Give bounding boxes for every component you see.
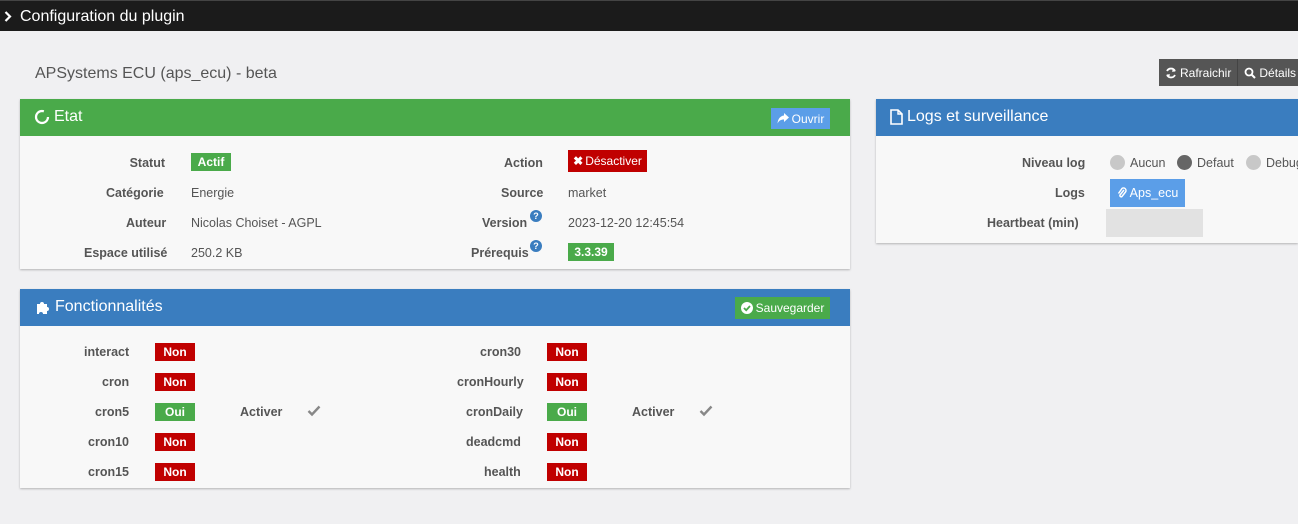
- source-label: Source: [501, 186, 544, 200]
- feature-name: cronDaily: [466, 405, 523, 419]
- niveau-log-label: Niveau log: [1022, 156, 1086, 170]
- heartbeat-input[interactable]: [1106, 209, 1203, 237]
- refresh-label: Rafraichir: [1180, 65, 1232, 80]
- categorie-value: Energie: [191, 186, 235, 200]
- feature-name: cronHourly: [457, 375, 524, 389]
- espace-value: 250.2 KB: [191, 246, 243, 260]
- espace-label: Espace utilisé: [84, 246, 168, 260]
- feature-name: cron30: [480, 345, 521, 359]
- log-file-button[interactable]: Aps_ecu: [1110, 179, 1185, 207]
- features-panel: Fonctionnalités Sauvegarder interact Non…: [20, 289, 850, 488]
- feature-status-badge: Oui: [547, 403, 587, 421]
- details-label: Détails: [1259, 65, 1297, 80]
- feature-status-badge: Non: [547, 343, 587, 361]
- feature-status-badge: Non: [547, 373, 587, 391]
- logs-panel: Logs et surveillance Niveau log Aucun De…: [876, 99, 1298, 243]
- header-title: Configuration du plugin: [20, 8, 185, 25]
- version-help-icon[interactable]: ?: [530, 210, 542, 222]
- feature-status-badge: Oui: [155, 403, 195, 421]
- version-value: 2023-12-20 12:45:54: [568, 216, 685, 230]
- refresh-icon: [1166, 67, 1176, 78]
- logs-title: Logs et surveillance: [907, 108, 1049, 125]
- share-arrow-icon: [777, 113, 789, 124]
- features-panel-header: Fonctionnalités Sauvegarder: [20, 289, 850, 326]
- deactivate-button[interactable]: ✖ Désactiver: [568, 150, 647, 172]
- plugin-config-header[interactable]: Configuration du plugin: [0, 0, 1298, 31]
- feature-status-badge: Non: [155, 343, 195, 361]
- crondaily-activer-checkbox[interactable]: [699, 404, 713, 418]
- logs-label: Logs: [1055, 186, 1085, 200]
- deactivate-label: Désactiver: [585, 154, 642, 168]
- feature-status-badge: Non: [547, 433, 587, 451]
- toolbar: Rafraichir Détails: [1159, 59, 1298, 86]
- statut-badge: Actif: [191, 153, 231, 171]
- logs-panel-header: Logs et surveillance: [876, 99, 1298, 136]
- auteur-label: Auteur: [126, 216, 167, 230]
- open-label: Ouvrir: [791, 111, 825, 126]
- radio-defaut[interactable]: [1177, 155, 1192, 170]
- prerequis-badge: 3.3.39: [568, 243, 614, 261]
- refresh-button[interactable]: Rafraichir: [1159, 59, 1239, 86]
- version-label: Version: [482, 216, 528, 230]
- puzzle-icon: [37, 302, 49, 314]
- save-label: Sauvegarder: [755, 301, 825, 315]
- feature-name: interact: [84, 345, 130, 359]
- feature-name: cron15: [88, 465, 129, 479]
- etat-panel: Etat Ouvrir Statut Actif Catégorie Energ…: [20, 99, 850, 269]
- auteur-value: Nicolas Choiset - AGPL: [191, 216, 322, 230]
- statut-label: Statut: [129, 156, 165, 170]
- radio-aucun-label: Aucun: [1130, 156, 1166, 170]
- status-circle-icon: [34, 109, 50, 125]
- source-value: market: [568, 186, 607, 200]
- feature-name: deadcmd: [466, 435, 521, 449]
- close-icon: ✖: [573, 154, 584, 168]
- log-file-label: Aps_ecu: [1129, 186, 1179, 200]
- feature-name: health: [484, 465, 521, 479]
- feature-status-badge: Non: [155, 433, 195, 451]
- check-circle-icon: [740, 302, 753, 314]
- etat-title: Etat: [54, 108, 83, 125]
- feature-status-badge: Non: [547, 463, 587, 481]
- feature-status-badge: Non: [155, 463, 195, 481]
- prerequis-label: Prérequis: [471, 246, 529, 260]
- activer-label: Activer: [632, 405, 675, 419]
- categorie-label: Catégorie: [106, 186, 164, 200]
- search-icon: [1244, 67, 1257, 79]
- activer-label: Activer: [240, 405, 283, 419]
- prerequis-help-icon[interactable]: ?: [530, 240, 542, 252]
- file-icon: [890, 109, 903, 125]
- feature-name: cron: [102, 375, 130, 389]
- radio-aucun[interactable]: [1110, 155, 1125, 170]
- chevron-right-icon: [4, 10, 12, 25]
- plugin-title: APSystems ECU (aps_ecu) - beta: [35, 65, 277, 82]
- action-label: Action: [504, 156, 543, 170]
- feature-status-badge: Non: [155, 373, 195, 391]
- details-button[interactable]: Détails: [1238, 59, 1298, 86]
- paperclip-icon: [1117, 187, 1127, 198]
- etat-panel-header: Etat Ouvrir: [20, 99, 850, 136]
- radio-debug[interactable]: [1246, 155, 1261, 170]
- cron5-activer-checkbox[interactable]: [307, 404, 321, 418]
- radio-defaut-label: Defaut: [1197, 156, 1234, 170]
- open-button[interactable]: Ouvrir: [771, 108, 830, 129]
- feature-name: cron5: [95, 405, 130, 419]
- features-title: Fonctionnalités: [55, 298, 163, 315]
- feature-name: cron10: [88, 435, 129, 449]
- save-button[interactable]: Sauvegarder: [735, 297, 830, 319]
- heartbeat-label: Heartbeat (min): [987, 216, 1079, 230]
- radio-debug-label: Debug: [1266, 156, 1298, 170]
